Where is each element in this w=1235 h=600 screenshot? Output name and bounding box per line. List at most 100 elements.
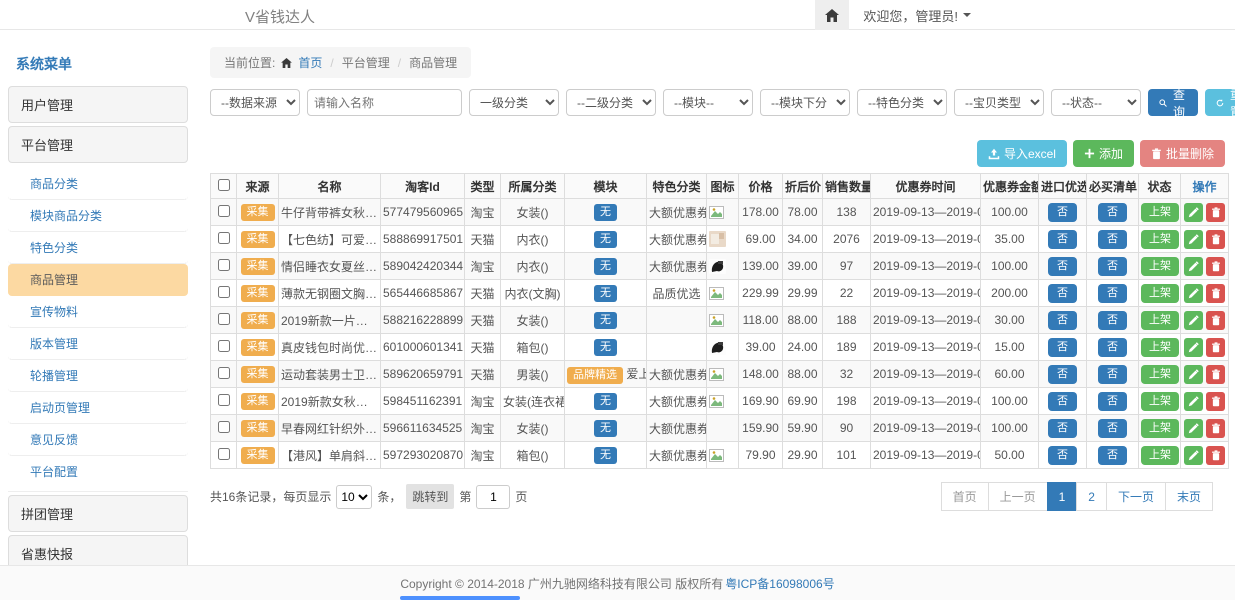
filter-select-模块[interactable]: --模块--	[663, 89, 753, 116]
sidebar-item-商品管理[interactable]: 商品管理	[8, 264, 188, 296]
must-buy-toggle[interactable]: 否	[1098, 392, 1127, 411]
sidebar-item-特色分类[interactable]: 特色分类	[8, 232, 188, 264]
sidebar-item-版本管理[interactable]: 版本管理	[8, 328, 188, 360]
page-button-末页[interactable]: 末页	[1165, 482, 1213, 511]
must-buy-toggle[interactable]: 否	[1098, 257, 1127, 276]
row-checkbox[interactable]	[218, 313, 230, 325]
imported-toggle[interactable]: 否	[1048, 392, 1077, 411]
must-buy-toggle[interactable]: 否	[1098, 419, 1127, 438]
edit-button[interactable]	[1184, 365, 1203, 384]
imported-toggle[interactable]: 否	[1048, 446, 1077, 465]
edit-button[interactable]	[1184, 203, 1203, 222]
status-badge[interactable]: 上架	[1141, 392, 1179, 411]
status-badge[interactable]: 上架	[1141, 230, 1179, 249]
page-button-下一页[interactable]: 下一页	[1106, 482, 1166, 511]
row-checkbox[interactable]	[218, 367, 230, 379]
filter-select-模块下分类[interactable]: --模块下分类--	[760, 89, 850, 116]
edit-button[interactable]	[1184, 392, 1203, 411]
name-search-input[interactable]	[307, 89, 462, 116]
edit-button[interactable]	[1184, 446, 1203, 465]
sidebar-item-平台配置[interactable]: 平台配置	[8, 456, 188, 487]
row-checkbox[interactable]	[218, 286, 230, 298]
sidebar-item-商品分类[interactable]: 商品分类	[8, 168, 188, 200]
delete-button[interactable]	[1206, 257, 1225, 276]
edit-button[interactable]	[1184, 311, 1203, 330]
select-all-checkbox[interactable]	[218, 179, 230, 191]
status-badge[interactable]: 上架	[1141, 311, 1179, 330]
page-button-2[interactable]: 2	[1076, 482, 1107, 511]
home-button[interactable]	[815, 0, 849, 30]
edit-button[interactable]	[1184, 338, 1203, 357]
sidebar-group-用户管理[interactable]: 用户管理	[8, 86, 188, 123]
status-badge[interactable]: 上架	[1141, 257, 1179, 276]
must-buy-toggle[interactable]: 否	[1098, 311, 1127, 330]
user-menu[interactable]: 欢迎您，管理员!	[849, 0, 985, 30]
delete-button[interactable]	[1206, 203, 1225, 222]
filter-select-二级分类[interactable]: --二级分类--	[566, 89, 656, 116]
reset-button[interactable]: 重置	[1205, 89, 1235, 116]
delete-button[interactable]	[1206, 338, 1225, 357]
jump-to-label[interactable]: 跳转到	[406, 484, 454, 509]
imported-toggle[interactable]: 否	[1048, 230, 1077, 249]
filter-select-特色分类[interactable]: --特色分类--	[857, 89, 947, 116]
filter-select-数据来源[interactable]: --数据来源--	[210, 89, 300, 116]
status-badge[interactable]: 上架	[1141, 446, 1179, 465]
row-checkbox[interactable]	[218, 259, 230, 271]
must-buy-toggle[interactable]: 否	[1098, 446, 1127, 465]
must-buy-toggle[interactable]: 否	[1098, 284, 1127, 303]
must-buy-toggle[interactable]: 否	[1098, 365, 1127, 384]
delete-button[interactable]	[1206, 230, 1225, 249]
page-button-上一页[interactable]: 上一页	[988, 482, 1048, 511]
imported-toggle[interactable]: 否	[1048, 311, 1077, 330]
delete-button[interactable]	[1206, 284, 1225, 303]
delete-button[interactable]	[1206, 446, 1225, 465]
add-button[interactable]: 添加	[1073, 140, 1134, 167]
imported-toggle[interactable]: 否	[1048, 338, 1077, 357]
delete-button[interactable]	[1206, 419, 1225, 438]
sidebar-group-平台管理[interactable]: 平台管理	[8, 126, 188, 163]
filter-select-状态[interactable]: --状态--	[1051, 89, 1141, 116]
sidebar-item-意见反馈[interactable]: 意见反馈	[8, 424, 188, 456]
horizontal-scrollbar-thumb[interactable]	[400, 596, 520, 600]
edit-button[interactable]	[1184, 257, 1203, 276]
page-button-首页[interactable]: 首页	[941, 482, 989, 511]
status-badge[interactable]: 上架	[1141, 203, 1179, 222]
edit-button[interactable]	[1184, 230, 1203, 249]
search-button[interactable]: 查询	[1148, 89, 1198, 116]
sidebar-item-宣传物料[interactable]: 宣传物料	[8, 296, 188, 328]
filter-select-一级分类[interactable]: 一级分类	[469, 89, 559, 116]
sidebar-item-启动页管理[interactable]: 启动页管理	[8, 392, 188, 424]
batch-delete-button[interactable]: 批量删除	[1140, 140, 1225, 167]
delete-button[interactable]	[1206, 365, 1225, 384]
must-buy-toggle[interactable]: 否	[1098, 203, 1127, 222]
imported-toggle[interactable]: 否	[1048, 284, 1077, 303]
row-checkbox[interactable]	[218, 421, 230, 433]
page-button-1[interactable]: 1	[1047, 482, 1078, 511]
row-checkbox[interactable]	[218, 232, 230, 244]
must-buy-toggle[interactable]: 否	[1098, 338, 1127, 357]
status-badge[interactable]: 上架	[1141, 365, 1179, 384]
breadcrumb-home-link[interactable]: 首页	[298, 54, 322, 71]
icp-link[interactable]: 粤ICP备16098006号	[725, 575, 834, 592]
imported-toggle[interactable]: 否	[1048, 419, 1077, 438]
status-badge[interactable]: 上架	[1141, 284, 1179, 303]
imported-toggle[interactable]: 否	[1048, 365, 1077, 384]
row-checkbox[interactable]	[218, 205, 230, 217]
imported-toggle[interactable]: 否	[1048, 203, 1077, 222]
imported-toggle[interactable]: 否	[1048, 257, 1077, 276]
row-checkbox[interactable]	[218, 394, 230, 406]
delete-button[interactable]	[1206, 311, 1225, 330]
row-checkbox[interactable]	[218, 448, 230, 460]
status-badge[interactable]: 上架	[1141, 419, 1179, 438]
row-checkbox[interactable]	[218, 340, 230, 352]
import-excel-button[interactable]: 导入excel	[977, 140, 1067, 167]
sidebar-group-拼团管理[interactable]: 拼团管理	[8, 495, 188, 532]
delete-button[interactable]	[1206, 392, 1225, 411]
sidebar-item-轮播管理[interactable]: 轮播管理	[8, 360, 188, 392]
edit-button[interactable]	[1184, 284, 1203, 303]
filter-select-宝贝类型[interactable]: --宝贝类型--	[954, 89, 1044, 116]
must-buy-toggle[interactable]: 否	[1098, 230, 1127, 249]
edit-button[interactable]	[1184, 419, 1203, 438]
sidebar-item-模块商品分类[interactable]: 模块商品分类	[8, 200, 188, 232]
per-page-select[interactable]: 10	[336, 485, 372, 509]
